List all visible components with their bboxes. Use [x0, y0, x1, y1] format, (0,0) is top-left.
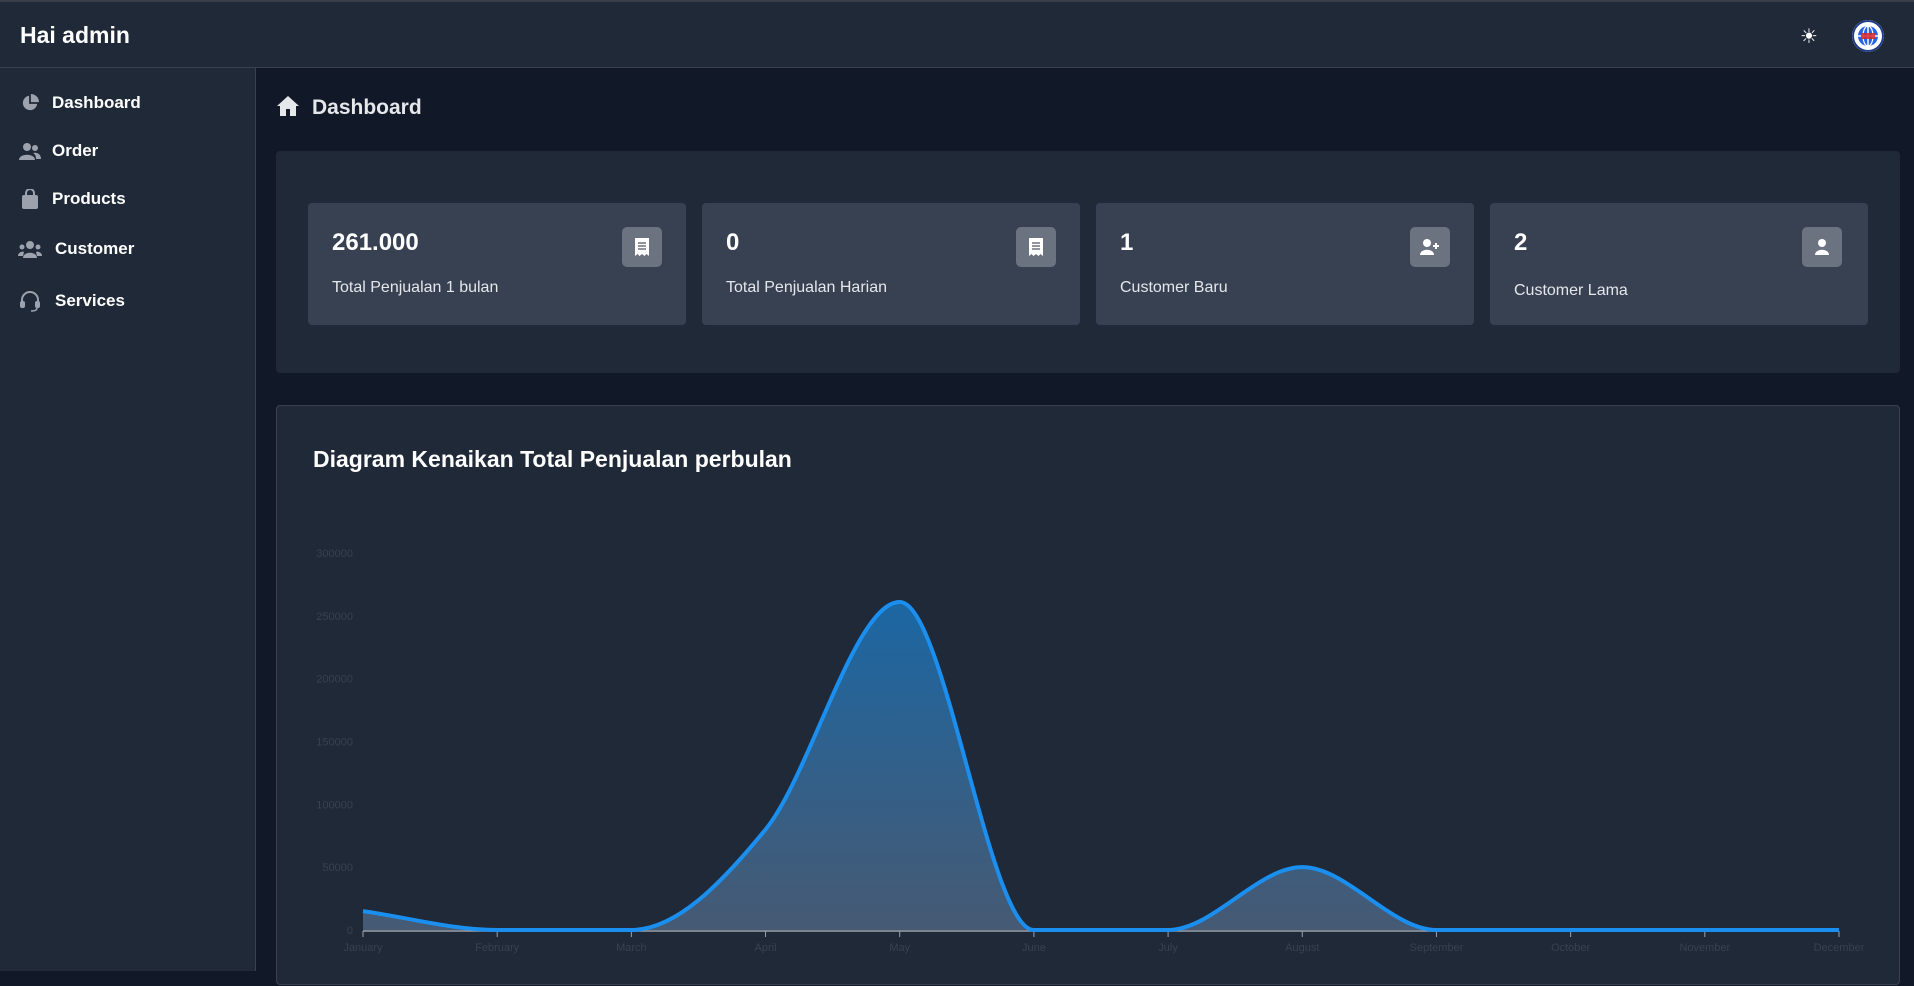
- page-title: Dashboard: [312, 96, 422, 119]
- user-icon: [1802, 227, 1842, 267]
- sidebar-item-label: Dashboard: [52, 93, 141, 112]
- globe-avatar-icon[interactable]: [1852, 20, 1884, 52]
- y-tick-label: 50000: [322, 862, 353, 874]
- sidebar-item-dashboard[interactable]: Dashboard: [0, 83, 256, 123]
- sidebar-item-label: Products: [52, 189, 126, 208]
- stat-label: Total Penjualan 1 bulan: [332, 279, 499, 296]
- stat-value: 2: [1514, 229, 1528, 256]
- sidebar: Dashboard Order Products Customer Servic…: [0, 68, 256, 971]
- stat-card-new-customer: 1 Customer Baru: [1096, 203, 1474, 325]
- sidebar-item-label: Order: [52, 141, 99, 160]
- sidebar-item-label: Services: [55, 291, 125, 310]
- top-bar: Hai admin ☀: [0, 0, 1914, 68]
- y-tick-label: 150000: [316, 737, 353, 749]
- x-tick-label: June: [1022, 942, 1046, 954]
- y-tick-label: 200000: [316, 674, 353, 686]
- shopping-bag-icon: [18, 187, 42, 211]
- x-tick-label: November: [1679, 942, 1730, 954]
- series-line: [362, 600, 1839, 933]
- stat-card-old-customer: 2 Customer Lama: [1490, 203, 1868, 325]
- sales-area-chart: 0 50000 100000 150000 200000 250000 300000 Janu…: [316, 548, 1865, 954]
- x-tick-label: September: [1410, 942, 1464, 954]
- x-tick-label: December: [1814, 942, 1865, 954]
- headset-icon: [18, 289, 42, 313]
- chart-panel: Diagram Kenaikan Total Penjualan perbula…: [276, 405, 1900, 985]
- stat-label: Customer Baru: [1120, 279, 1228, 296]
- stats-panel: 261.000 Total Penjualan 1 bulan 0 Total …: [276, 151, 1900, 373]
- receipt-icon: [622, 227, 662, 267]
- x-tick-label: January: [343, 942, 383, 954]
- stat-label: Total Penjualan Harian: [726, 279, 887, 296]
- x-tick-label: October: [1551, 942, 1590, 954]
- y-tick-label: 100000: [316, 799, 353, 811]
- users-icon: [18, 139, 42, 163]
- user-group-icon: [18, 237, 42, 261]
- sidebar-item-label: Customer: [55, 239, 135, 258]
- user-plus-icon: [1410, 227, 1450, 267]
- x-tick-label: April: [755, 942, 777, 954]
- home-icon[interactable]: [276, 95, 300, 122]
- x-tick-label: May: [889, 942, 910, 954]
- stat-label: Customer Lama: [1514, 282, 1628, 299]
- sidebar-item-customer[interactable]: Customer: [0, 229, 256, 269]
- sidebar-item-services[interactable]: Services: [0, 281, 256, 321]
- x-tick-label: July: [1158, 942, 1178, 954]
- breadcrumb: Dashboard: [276, 93, 422, 123]
- sidebar-item-products[interactable]: Products: [0, 179, 256, 219]
- stat-value: 261.000: [332, 229, 419, 256]
- pie-chart-icon: [18, 91, 42, 115]
- y-tick-label: 250000: [316, 611, 353, 623]
- x-tick-label: August: [1285, 942, 1319, 954]
- greeting-title: Hai admin: [20, 22, 130, 48]
- x-tick-label: March: [616, 942, 647, 954]
- y-tick-label: 300000: [316, 548, 353, 560]
- y-tick-label: 0: [347, 925, 353, 937]
- receipt-icon: [1016, 227, 1056, 267]
- sun-icon[interactable]: ☀: [1796, 24, 1822, 50]
- sidebar-item-order[interactable]: Order: [0, 131, 256, 171]
- stat-card-daily-sales: 0 Total Penjualan Harian: [702, 203, 1080, 325]
- stat-value: 0: [726, 229, 740, 256]
- series-area: [363, 602, 1839, 930]
- stat-card-monthly-sales: 261.000 Total Penjualan 1 bulan: [308, 203, 686, 325]
- x-tick-label: February: [475, 942, 520, 954]
- stat-value: 1: [1120, 229, 1134, 256]
